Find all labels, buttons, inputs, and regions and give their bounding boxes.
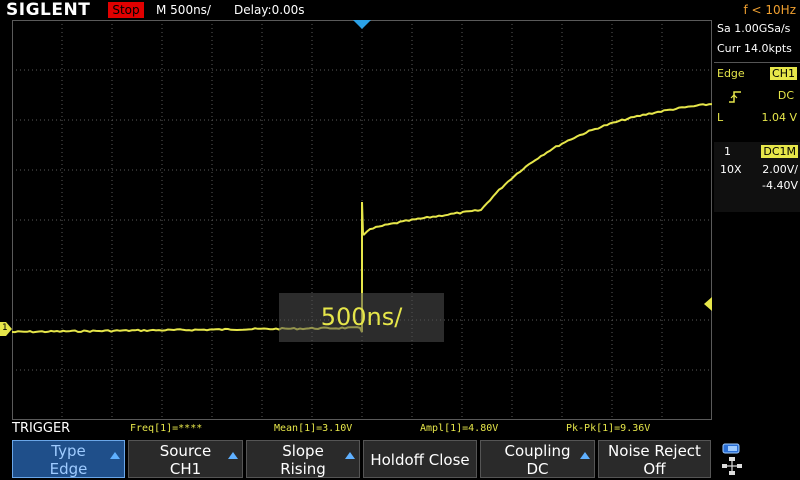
meas-peak-to-peak: Pk-Pk[1]=9.36V bbox=[566, 423, 651, 434]
channel-coupling-text: DC1M bbox=[761, 145, 798, 158]
meas-frequency: Freq[1]=**** bbox=[130, 423, 203, 434]
softkey-slope[interactable]: Slope Rising bbox=[246, 440, 360, 478]
timebase-readout: M 500ns/ bbox=[156, 3, 211, 17]
softkey-noise-reject-value: Off bbox=[643, 460, 666, 478]
softkey-coupling[interactable]: Coupling DC bbox=[480, 440, 595, 478]
sample-rate: Sa 1.00GSa/s bbox=[717, 22, 791, 35]
trigger-level: 1.04 V bbox=[761, 111, 797, 124]
delay-readout: Delay:0.00s bbox=[234, 3, 305, 17]
right-info-panel: Sa 1.00GSa/s Curr 14.0kpts Edge CH1 DC L… bbox=[714, 20, 800, 420]
softkey-type-value: Edge bbox=[49, 460, 88, 478]
rising-edge-icon bbox=[728, 89, 742, 103]
vertical-offset: -4.40V bbox=[762, 179, 798, 192]
probe-attenuation: 10X bbox=[720, 163, 742, 176]
trigger-source-chip: CH1 bbox=[770, 65, 797, 83]
memory-depth: Curr 14.0kpts bbox=[717, 42, 792, 55]
menu-title: TRIGGER bbox=[12, 421, 71, 436]
softkey-slope-label: Slope bbox=[282, 442, 324, 460]
up-arrow-icon bbox=[228, 452, 238, 459]
trigger-coupling: DC bbox=[777, 89, 794, 102]
brand-logo: SIGLENT bbox=[6, 0, 91, 20]
softkey-type-label: Type bbox=[51, 442, 86, 460]
softkey-holdoff[interactable]: Holdoff Close bbox=[363, 440, 477, 478]
softkey-source[interactable]: Source CH1 bbox=[128, 440, 243, 478]
softkey-noise-reject[interactable]: Noise Reject Off bbox=[598, 440, 711, 478]
measurement-bar: TRIGGER Freq[1]=**** Mean[1]=3.10V Ampl[… bbox=[0, 420, 800, 438]
softkey-source-value: CH1 bbox=[169, 460, 202, 478]
softkey-slope-value: Rising bbox=[280, 460, 326, 478]
timebase-hud-text: 500ns/ bbox=[320, 303, 403, 331]
channel1-info-box[interactable]: 1 DC1M 10X 2.00V/ -4.40V bbox=[714, 142, 800, 212]
up-arrow-icon bbox=[110, 452, 120, 459]
ch1-marker-label: 1 bbox=[2, 323, 8, 333]
softkey-menu: Type Edge Source CH1 Slope Rising Holdof… bbox=[0, 438, 800, 480]
meas-amplitude: Ampl[1]=4.80V bbox=[420, 423, 499, 434]
softkey-source-label: Source bbox=[159, 442, 212, 460]
timebase-hud: 500ns/ bbox=[279, 293, 444, 342]
frequency-counter-readout: f < 10Hz bbox=[743, 3, 797, 17]
top-status-bar: SIGLENT Stop M 500ns/ Delay:0.00s f < 10… bbox=[0, 0, 800, 20]
trigger-source-text: CH1 bbox=[770, 67, 797, 80]
trigger-level-prefix: L bbox=[717, 111, 724, 124]
meas-mean: Mean[1]=3.10V bbox=[274, 423, 353, 434]
softkey-holdoff-label: Holdoff Close bbox=[370, 451, 470, 469]
run-stop-indicator[interactable]: Stop bbox=[108, 2, 144, 18]
softkey-type[interactable]: Type Edge bbox=[12, 440, 125, 478]
channel-number: 1 bbox=[724, 145, 731, 158]
channel-coupling-chip: DC1M bbox=[761, 144, 798, 160]
ch1-offset-marker[interactable]: 1 bbox=[0, 321, 12, 336]
up-arrow-icon bbox=[580, 452, 590, 459]
usb-status-icon bbox=[720, 442, 744, 476]
waveform-display[interactable] bbox=[12, 20, 712, 420]
softkey-coupling-value: DC bbox=[526, 460, 549, 478]
vertical-scale: 2.00V/ bbox=[762, 163, 798, 176]
softkey-noise-reject-label: Noise Reject bbox=[608, 442, 701, 460]
up-arrow-icon bbox=[345, 452, 355, 459]
softkey-coupling-label: Coupling bbox=[504, 442, 571, 460]
